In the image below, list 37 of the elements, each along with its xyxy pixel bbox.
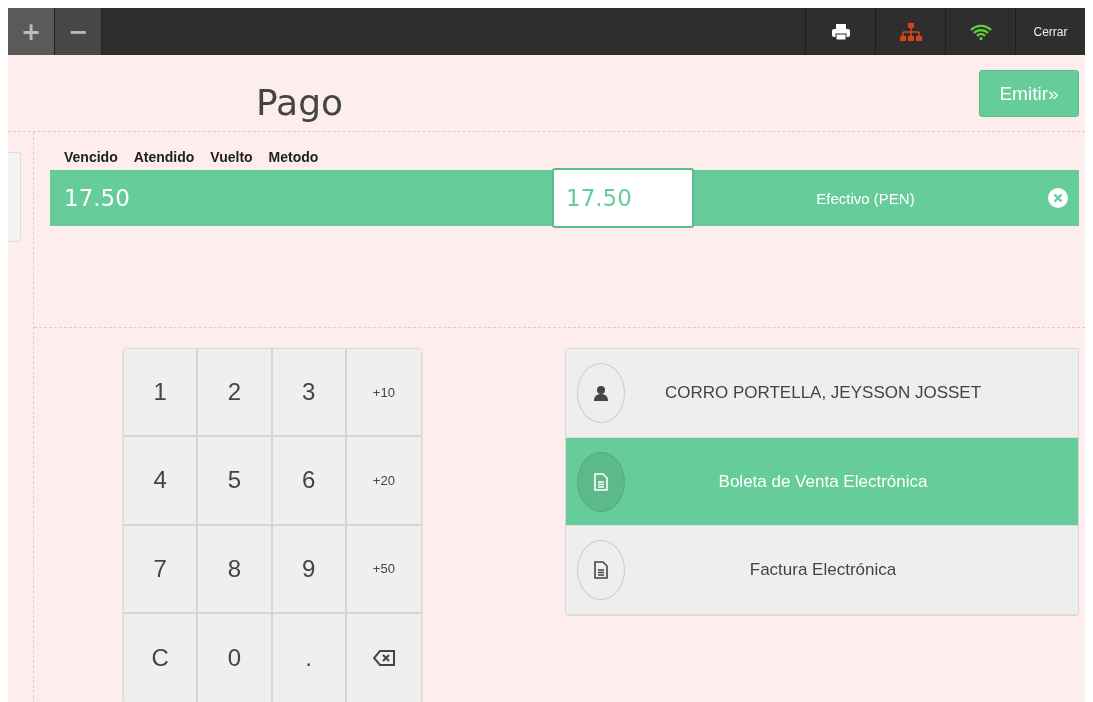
keypad-key[interactable]: 8	[198, 525, 273, 614]
keypad-key[interactable]: 5	[198, 437, 273, 526]
keypad-key[interactable]: C	[124, 613, 199, 702]
keypad-key[interactable]: 3	[272, 349, 347, 438]
page-title: Pago	[256, 80, 344, 123]
zoom-in-button[interactable]: +	[8, 8, 55, 55]
column-header: Metodo	[268, 149, 319, 165]
option-label: CORRO PORTELLA, JEYSSON JOSSET	[663, 382, 983, 403]
keypad-key[interactable]: 2	[198, 349, 273, 438]
keypad-key[interactable]: +10	[346, 349, 421, 438]
keypad-key[interactable]: 0	[198, 613, 273, 702]
option-item[interactable]: Factura Electrónica	[566, 526, 1078, 615]
keypad-key[interactable]: 9	[272, 525, 347, 614]
zoom-out-button[interactable]: −	[55, 8, 102, 55]
network-icon	[899, 22, 922, 41]
printer-icon	[830, 22, 851, 41]
keypad-key[interactable]: +20	[346, 437, 421, 526]
payment-method: Efectivo (PEN)	[815, 189, 916, 207]
wifi-icon	[969, 23, 992, 40]
option-item[interactable]: CORRO PORTELLA, JEYSSON JOSSET	[566, 349, 1078, 438]
keypad-key[interactable]: 7	[124, 525, 199, 614]
user-icon	[594, 384, 608, 401]
keypad-key[interactable]: +50	[346, 525, 421, 614]
column-header: Vencido	[64, 149, 118, 165]
document-icon	[594, 561, 608, 580]
keypad-key[interactable]: .	[272, 613, 347, 702]
keypad-key[interactable]: 4	[124, 437, 199, 526]
option-label: Boleta de Venta Electrónica	[717, 471, 929, 492]
keypad-key[interactable]: 6	[272, 437, 347, 526]
option-label: Factura Electrónica	[748, 560, 898, 581]
column-header: Vuelto	[210, 149, 253, 165]
due-amount: 17.50	[63, 185, 131, 211]
keypad-key[interactable]: 1	[124, 349, 199, 438]
backspace-icon	[372, 649, 395, 666]
document-icon	[594, 472, 608, 491]
column-header: Atendido	[133, 149, 195, 165]
backspace-key[interactable]	[346, 613, 421, 702]
